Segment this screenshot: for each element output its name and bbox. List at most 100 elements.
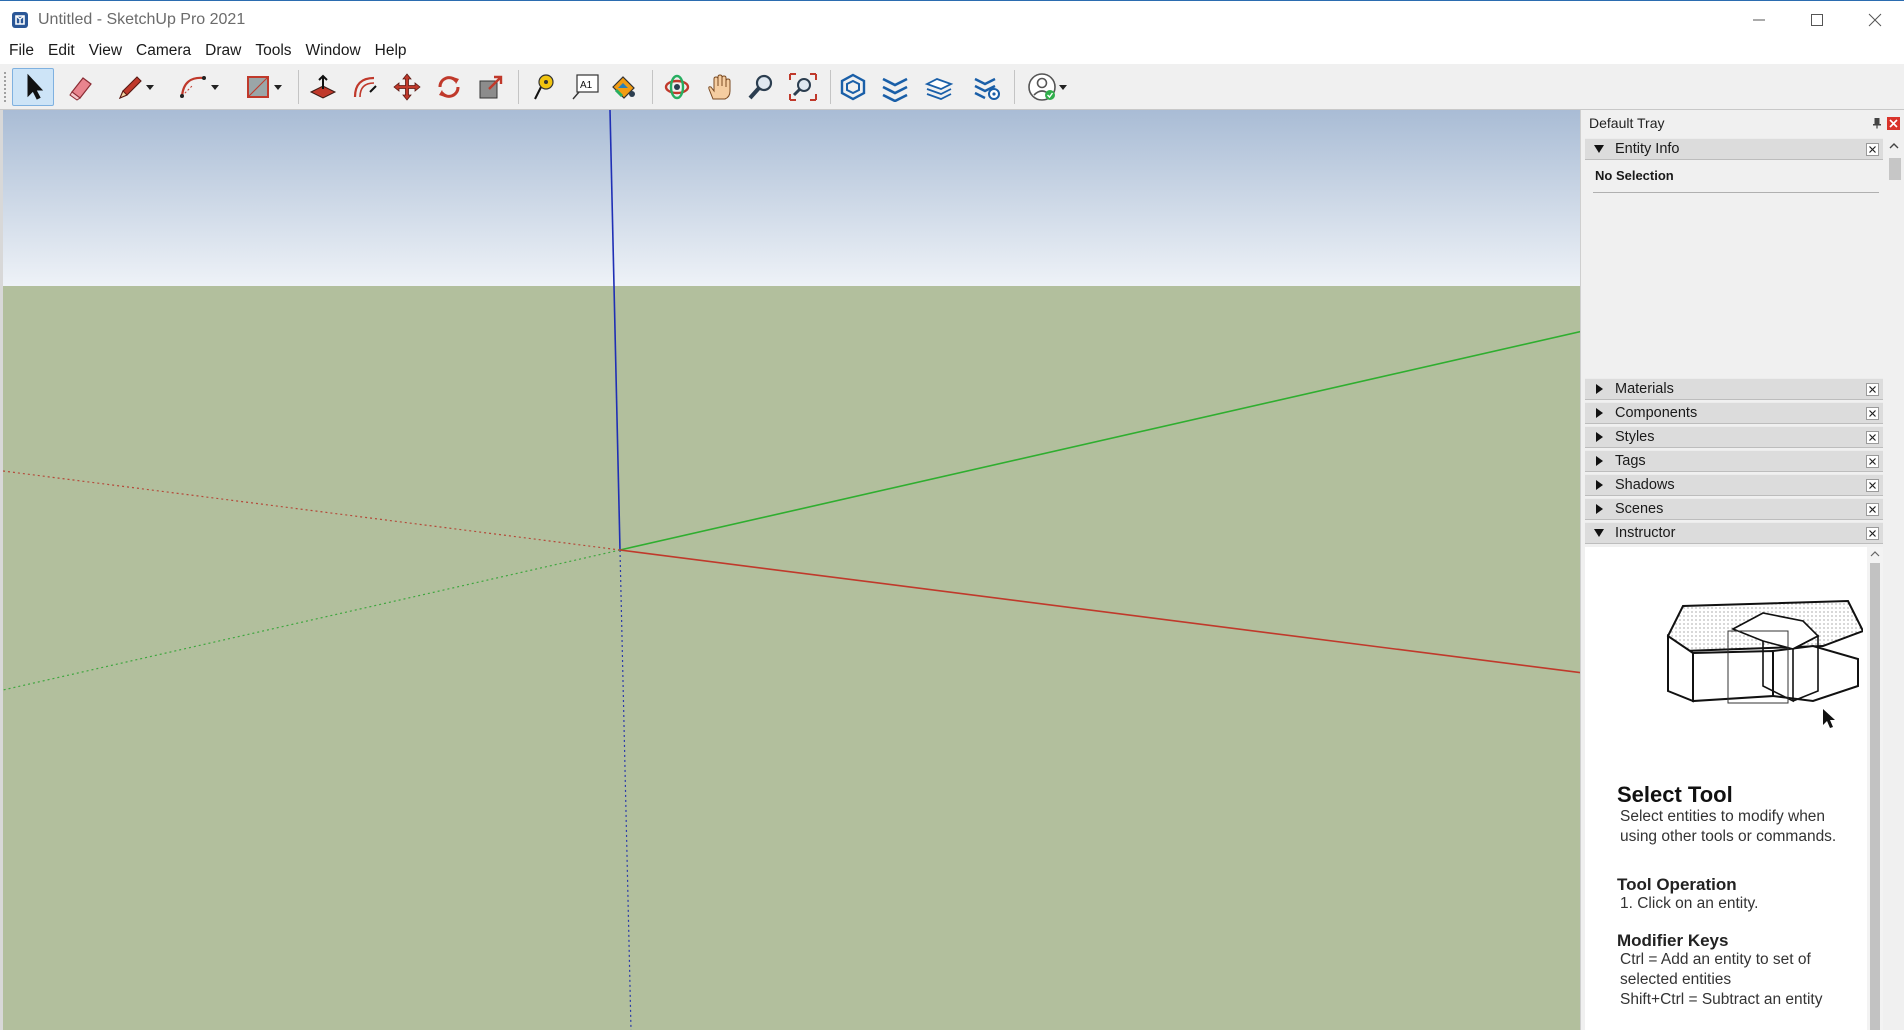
tray-title: Default Tray: [1589, 115, 1665, 131]
sketchup-logo-icon: [12, 11, 28, 28]
select-tool-button[interactable]: [12, 68, 54, 106]
line-tool-button[interactable]: [108, 68, 162, 106]
minimize-button[interactable]: [1730, 1, 1788, 39]
chevron-down-icon[interactable]: [273, 82, 283, 92]
rectangle-icon: [247, 76, 269, 98]
close-icon: [1869, 506, 1876, 513]
instructor-tool-title: Select Tool: [1617, 782, 1733, 807]
text-tool-button[interactable]: A1: [566, 68, 604, 106]
chevron-down-icon[interactable]: [145, 82, 155, 92]
arc-tool-button[interactable]: [172, 68, 226, 106]
scroll-up-icon[interactable]: [1870, 549, 1880, 559]
close-button[interactable]: [1846, 1, 1904, 39]
rotate-tool-button[interactable]: [430, 68, 468, 106]
instructor-scrollbar[interactable]: [1867, 547, 1883, 1030]
chevron-down-icon[interactable]: [1058, 82, 1068, 92]
panel-styles-header[interactable]: Styles: [1585, 426, 1883, 448]
menu-camera[interactable]: Camera: [131, 42, 196, 60]
panel-components-title: Components: [1615, 405, 1698, 421]
scale-tool-button[interactable]: [472, 68, 510, 106]
getting-started-toolbar: A1: [0, 64, 1904, 110]
entity-info-status: No Selection: [1595, 168, 1674, 183]
tape-measure-tool-button[interactable]: [524, 68, 562, 106]
triangle-down-icon: [1594, 529, 1604, 537]
scale-icon: [479, 75, 503, 99]
menu-draw[interactable]: Draw: [200, 42, 246, 60]
panel-scenes-close[interactable]: [1866, 503, 1879, 516]
warehouse-icon: [840, 73, 866, 101]
panel-styles-close[interactable]: [1866, 431, 1879, 444]
rectangle-tool-button[interactable]: [236, 68, 290, 106]
panel-shadows-header[interactable]: Shadows: [1585, 474, 1883, 496]
zoom-extents-tool-button[interactable]: [784, 68, 822, 106]
menu-view[interactable]: View: [84, 42, 127, 60]
panel-components-close[interactable]: [1866, 407, 1879, 420]
menu-help[interactable]: Help: [370, 42, 412, 60]
toolbar-separator: [518, 70, 519, 104]
panel-instructor-close[interactable]: [1866, 527, 1879, 540]
toolbar-separator: [298, 70, 299, 104]
push-pull-tool-button[interactable]: [304, 68, 342, 106]
menu-file[interactable]: File: [4, 42, 39, 60]
eraser-icon: [69, 77, 92, 101]
triangle-right-icon: [1596, 432, 1603, 442]
instructor-description: Select entities to modify when using oth…: [1620, 808, 1837, 845]
panel-scenes-header[interactable]: Scenes: [1585, 498, 1883, 520]
close-icon: [1869, 146, 1876, 153]
pan-hand-icon: [708, 74, 731, 100]
drawing-viewport[interactable]: [0, 110, 1580, 1030]
zoom-tool-button[interactable]: [742, 68, 780, 106]
toolbar-separator: [652, 70, 653, 104]
panel-shadows-close[interactable]: [1866, 479, 1879, 492]
instructor-scroll-thumb[interactable]: [1870, 563, 1880, 1030]
close-icon: [1868, 13, 1882, 27]
offset-icon: [353, 76, 377, 98]
layout-button[interactable]: [920, 68, 958, 106]
chevron-down-icon[interactable]: [210, 82, 220, 92]
close-icon: [1869, 530, 1876, 537]
push-pull-icon: [309, 74, 337, 99]
offset-tool-button[interactable]: [346, 68, 384, 106]
scroll-up-icon[interactable]: [1888, 140, 1900, 152]
instructor-modifier-line2: Shift+Ctrl = Subtract an entity: [1620, 991, 1823, 1008]
eraser-tool-button[interactable]: [62, 68, 100, 106]
tray-scroll-thumb[interactable]: [1889, 158, 1901, 180]
panel-instructor-header[interactable]: Instructor: [1585, 522, 1883, 544]
toolbar-grip[interactable]: [4, 72, 8, 102]
extension-warehouse-icon: [882, 77, 908, 102]
3d-warehouse-button[interactable]: [834, 68, 872, 106]
panel-materials-close[interactable]: [1866, 383, 1879, 396]
move-tool-button[interactable]: [388, 68, 426, 106]
tray-close-button[interactable]: [1887, 117, 1900, 130]
extension-manager-button[interactable]: [968, 68, 1006, 106]
extension-manager-icon: [974, 77, 1000, 100]
panel-tags-header[interactable]: Tags: [1585, 450, 1883, 472]
scene-canvas[interactable]: [3, 110, 1580, 1030]
panel-entity-info-close[interactable]: [1866, 143, 1879, 156]
maximize-button[interactable]: [1788, 1, 1846, 39]
zoom-extents-icon: [789, 73, 817, 101]
paint-bucket-tool-button[interactable]: [604, 68, 642, 106]
pan-tool-button[interactable]: [700, 68, 738, 106]
rotate-icon: [438, 76, 460, 98]
panel-materials-header[interactable]: Materials: [1585, 378, 1883, 400]
menu-edit[interactable]: Edit: [43, 42, 80, 60]
panel-instructor-title: Instructor: [1615, 525, 1676, 541]
menu-tools[interactable]: Tools: [250, 42, 296, 60]
layout-icon: [924, 78, 954, 100]
toolbar-separator: [830, 70, 831, 104]
panel-tags-close[interactable]: [1866, 455, 1879, 468]
menu-window[interactable]: Window: [301, 42, 366, 60]
orbit-tool-button[interactable]: [658, 68, 696, 106]
panel-entity-info-header[interactable]: Entity Info: [1585, 138, 1883, 160]
tray-scrollbar[interactable]: [1884, 140, 1904, 1030]
panel-components-header[interactable]: Components: [1585, 402, 1883, 424]
instructor-operation-step: 1. Click on an entity.: [1620, 895, 1759, 912]
panel-entity-info-title: Entity Info: [1615, 141, 1680, 157]
sky-area: [3, 110, 1580, 286]
pin-icon[interactable]: [1872, 117, 1882, 129]
ground-plane: [3, 286, 1580, 1030]
account-button[interactable]: [1020, 68, 1074, 106]
extension-warehouse-button[interactable]: [876, 68, 914, 106]
arrow-select-icon: [27, 73, 44, 100]
